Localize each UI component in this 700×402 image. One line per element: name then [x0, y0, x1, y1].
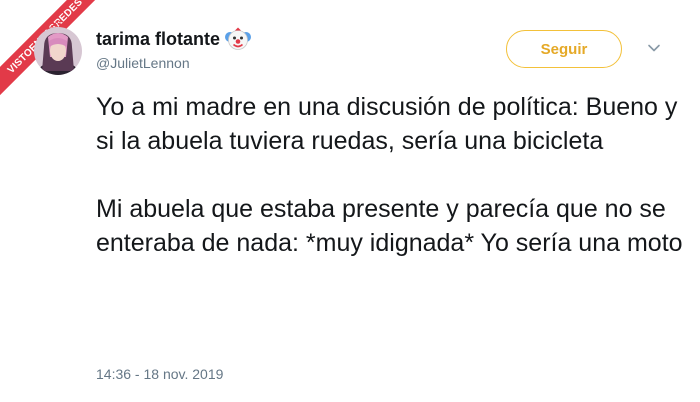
tweet-paragraph: Yo a mi madre en una discusión de políti… — [96, 93, 678, 155]
tweet-card: VISTOENLASREDES .com tarima flotante — [0, 0, 700, 402]
user-handle[interactable]: @JulietLennon — [96, 55, 190, 71]
avatar[interactable] — [34, 27, 82, 75]
display-name[interactable]: tarima flotante — [96, 27, 252, 51]
clown-face-icon — [225, 27, 252, 51]
avatar-image — [34, 27, 82, 75]
follow-button[interactable]: Seguir — [506, 30, 622, 68]
tweet-text: Yo a mi madre en una discusión de políti… — [96, 90, 686, 260]
display-name-text: tarima flotante — [96, 28, 221, 49]
chevron-down-icon[interactable] — [646, 40, 662, 56]
tweet-paragraph: Mi abuela que estaba presente y parecía … — [96, 195, 683, 257]
tweet-timestamp[interactable]: 14:36 - 18 nov. 2019 — [96, 366, 223, 382]
